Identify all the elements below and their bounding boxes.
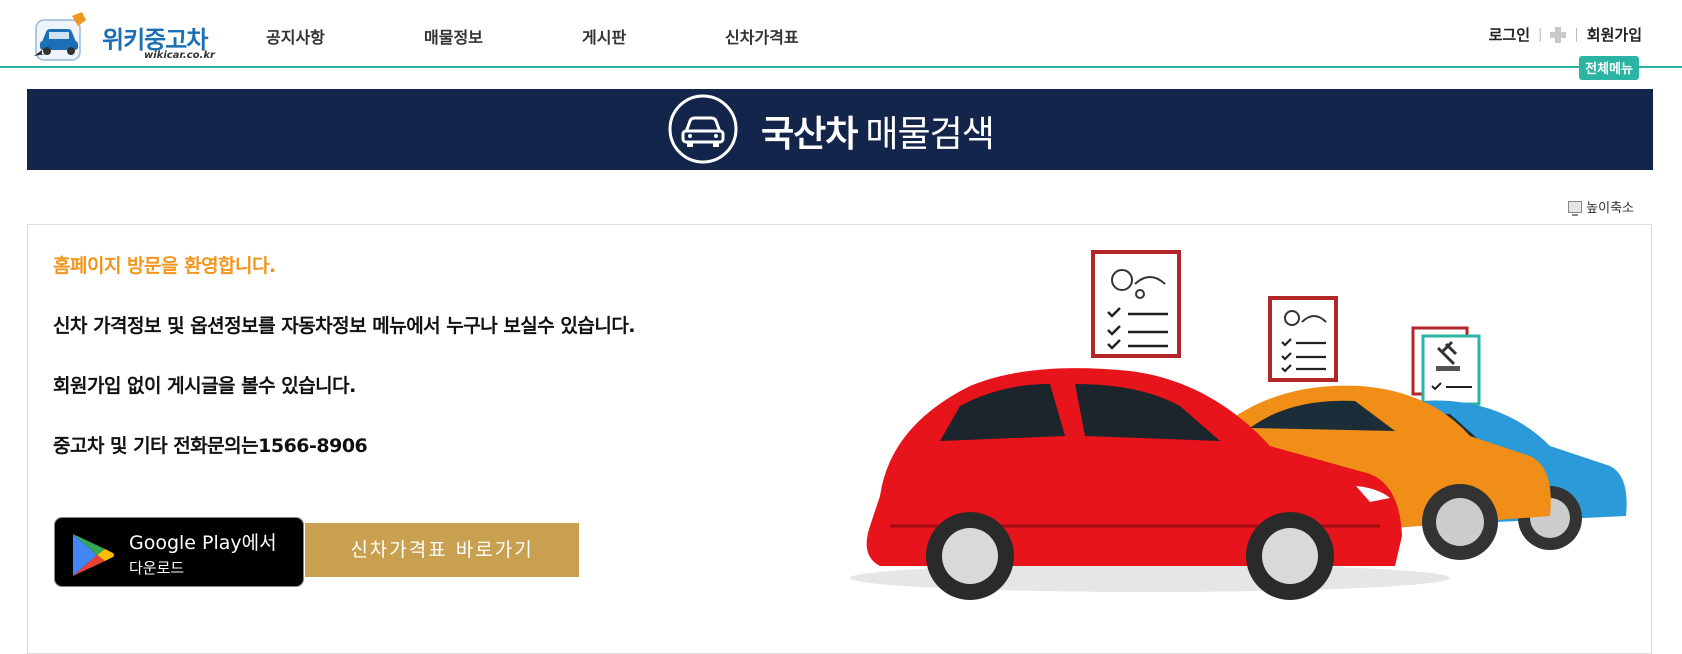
divider: | [1574,27,1579,42]
car-circle-icon [668,94,738,164]
page-title-bold: 국산차 [761,114,858,155]
new-car-price-button[interactable]: 신차가격표 바로가기 [305,523,579,577]
nav-item-new-car-prices[interactable]: 신차가격표 [725,24,799,48]
header-divider [0,66,1682,68]
monitor-icon [1568,200,1583,216]
page-banner: 국산차 매물검색 [27,89,1653,170]
zoom-toggle[interactable]: 높이축소 [1568,197,1634,216]
auction-document-icon [1411,326,1481,406]
inspection-document-icon [1091,250,1181,358]
login-link[interactable]: 로그인 [1489,24,1530,45]
nav-item-board[interactable]: 게시판 [582,24,626,48]
info-line-phone: 중고차 및 기타 전화문의는1566-8906 [53,435,368,457]
cars-illustration [850,250,1627,600]
welcome-heading: 홈페이지 방문을 환영합니다. [53,255,276,277]
zoom-label: 높이축소 [1586,201,1634,216]
car-logo-icon [34,12,86,61]
cross-icon [1550,26,1567,43]
divider: | [1538,27,1543,42]
member-links: 로그인 | | 회원가입 [1489,24,1642,45]
google-play-button[interactable]: Google Play에서 다운로드 [54,517,304,587]
google-play-icon [73,534,114,576]
logo-domain: wikicar.co.kr [144,50,215,61]
page-title: 국산차 매물검색 [761,105,995,157]
nav-item-notice[interactable]: 공지사항 [266,24,325,48]
page-title-light: 매물검색 [865,114,994,155]
inspection-document-icon [1268,296,1338,382]
info-line-options: 신차 가격정보 및 옵션정보를 자동차정보 메뉴에서 누구나 보실수 있습니다. [53,315,636,337]
full-menu-button[interactable]: 전체메뉴 [1579,56,1639,80]
signup-link[interactable]: 회원가입 [1587,24,1642,45]
site-header: 위키중고차 wikicar.co.kr 공지사항 매물정보 게시판 신차가격표 … [0,0,1682,80]
site-logo[interactable]: 위키중고차 wikicar.co.kr [32,8,215,64]
google-play-sublabel: 다운로드 [129,559,185,577]
google-play-label: Google Play에서 [129,532,277,554]
info-line-board: 회원가입 없이 게시글을 볼수 있습니다. [53,375,356,397]
nav-item-listings[interactable]: 매물정보 [424,24,483,48]
